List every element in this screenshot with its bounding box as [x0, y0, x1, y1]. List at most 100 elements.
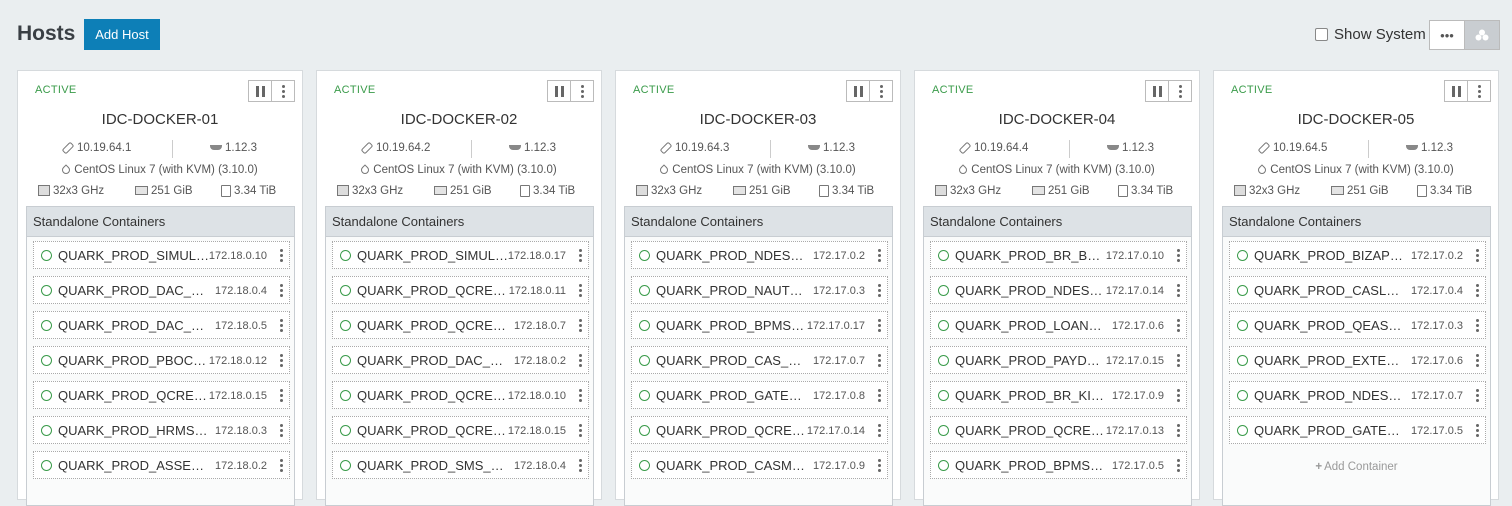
host-name[interactable]: IDC-DOCKER-02 [317, 111, 601, 128]
container-menu-button[interactable] [579, 459, 582, 472]
container-row[interactable]: QUARK_PROD_NDES_10... 172.17.0.2 [631, 241, 888, 269]
container-name[interactable]: QUARK_PROD_EXTERNA... [1254, 353, 1406, 368]
container-name[interactable]: QUARK_PROD_NDES_10... [1254, 388, 1406, 403]
container-menu-button[interactable] [878, 249, 881, 262]
container-row[interactable]: QUARK_PROD_GATEWA... 172.17.0.5 [1229, 416, 1486, 444]
container-name[interactable]: QUARK_PROD_GATEWA... [656, 388, 808, 403]
container-name[interactable]: QUARK_PROD_DAC_TSP... [58, 318, 210, 333]
container-name[interactable]: QUARK_PROD_QCREDI... [656, 423, 808, 438]
container-menu-button[interactable] [1177, 424, 1180, 437]
container-row[interactable]: QUARK_PROD_BR_KIE_S... 172.17.0.9 [930, 381, 1187, 409]
container-row[interactable]: QUARK_PROD_SIMULA... 172.18.0.10 [33, 241, 290, 269]
pause-host-button[interactable] [846, 80, 870, 102]
container-name[interactable]: QUARK_PROD_PBOC_S... [58, 353, 210, 368]
container-row[interactable]: QUARK_PROD_QCREDI... 172.18.0.11 [332, 276, 589, 304]
container-name[interactable]: QUARK_PROD_CASLDAP... [1254, 283, 1406, 298]
container-row[interactable]: QUARK_PROD_QCREDI... 172.18.0.15 [332, 416, 589, 444]
container-menu-button[interactable] [1177, 389, 1180, 402]
show-system-toggle[interactable]: Show System [1315, 26, 1426, 43]
container-row[interactable]: QUARK_PROD_NAUTH_... 172.17.0.3 [631, 276, 888, 304]
container-name[interactable]: QUARK_PROD_CASMGR... [656, 458, 808, 473]
container-row[interactable]: QUARK_PROD_SIMULA... 172.18.0.17 [332, 241, 589, 269]
container-menu-button[interactable] [878, 459, 881, 472]
container-menu-button[interactable] [280, 424, 283, 437]
container-menu-button[interactable] [878, 319, 881, 332]
container-row[interactable]: QUARK_PROD_BR_BRM... 172.17.0.10 [930, 241, 1187, 269]
container-row[interactable]: QUARK_PROD_QEASYLO... 172.17.0.3 [1229, 311, 1486, 339]
container-menu-button[interactable] [579, 319, 582, 332]
container-row[interactable]: QUARK_PROD_NDES_10... 172.17.0.7 [1229, 381, 1486, 409]
container-menu-button[interactable] [280, 459, 283, 472]
container-menu-button[interactable] [1476, 354, 1479, 367]
container-name[interactable]: QUARK_PROD_SIMULA... [357, 248, 509, 263]
container-row[interactable]: QUARK_PROD_QCREDI... 172.18.0.15 [33, 381, 290, 409]
container-name[interactable]: QUARK_PROD_GATEWA... [1254, 423, 1406, 438]
host-name[interactable]: IDC-DOCKER-04 [915, 111, 1199, 128]
host-menu-button[interactable] [272, 80, 295, 102]
container-row[interactable]: QUARK_PROD_SMS_101... 172.18.0.4 [332, 451, 589, 479]
container-name[interactable]: QUARK_PROD_QCREDI... [955, 423, 1107, 438]
container-row[interactable]: QUARK_PROD_BPMS_... 172.17.0.17 [631, 311, 888, 339]
container-row[interactable]: QUARK_PROD_QCREDI... 172.17.0.14 [631, 416, 888, 444]
container-name[interactable]: QUARK_PROD_BR_BRM... [955, 248, 1107, 263]
container-name[interactable]: QUARK_PROD_ASSETSB... [58, 458, 210, 473]
host-name[interactable]: IDC-DOCKER-01 [18, 111, 302, 128]
container-name[interactable]: QUARK_PROD_QEASYLO... [1254, 318, 1406, 333]
container-row[interactable]: QUARK_PROD_QCREDI... 172.17.0.13 [930, 416, 1187, 444]
container-row[interactable]: QUARK_PROD_GATEWA... 172.17.0.8 [631, 381, 888, 409]
list-view-button[interactable]: ••• [1430, 21, 1464, 49]
container-menu-button[interactable] [1177, 249, 1180, 262]
container-row[interactable]: QUARK_PROD_NDESUI... 172.17.0.14 [930, 276, 1187, 304]
container-menu-button[interactable] [579, 389, 582, 402]
container-menu-button[interactable] [1476, 249, 1479, 262]
container-name[interactable]: QUARK_PROD_QCREDI... [58, 388, 210, 403]
pause-host-button[interactable] [1145, 80, 1169, 102]
add-host-button[interactable]: Add Host [84, 19, 160, 50]
container-menu-button[interactable] [1177, 319, 1180, 332]
pause-host-button[interactable] [248, 80, 272, 102]
container-row[interactable]: QUARK_PROD_PBOC_S... 172.18.0.12 [33, 346, 290, 374]
pause-host-button[interactable] [1444, 80, 1468, 102]
container-name[interactable]: QUARK_PROD_NAUTH_... [656, 283, 808, 298]
container-row[interactable]: QUARK_PROD_EXTERNA... 172.17.0.6 [1229, 346, 1486, 374]
container-row[interactable]: QUARK_PROD_BPMS_AP... 172.17.0.5 [930, 451, 1187, 479]
container-row[interactable]: QUARK_PROD_HRMS_10... 172.18.0.3 [33, 416, 290, 444]
container-menu-button[interactable] [579, 284, 582, 297]
container-menu-button[interactable] [878, 424, 881, 437]
container-menu-button[interactable] [1476, 424, 1479, 437]
container-name[interactable]: QUARK_PROD_NDESUI... [955, 283, 1107, 298]
container-menu-button[interactable] [280, 249, 283, 262]
host-name[interactable]: IDC-DOCKER-05 [1214, 111, 1498, 128]
container-menu-button[interactable] [878, 284, 881, 297]
host-menu-button[interactable] [870, 80, 893, 102]
container-row[interactable]: QUARK_PROD_DAC_TSP... 172.18.0.2 [332, 346, 589, 374]
host-name[interactable]: IDC-DOCKER-03 [616, 111, 900, 128]
container-menu-button[interactable] [1476, 389, 1479, 402]
host-menu-button[interactable] [1468, 80, 1491, 102]
container-row[interactable]: QUARK_PROD_CASLDAP... 172.17.0.4 [1229, 276, 1486, 304]
host-menu-button[interactable] [1169, 80, 1192, 102]
container-name[interactable]: QUARK_PROD_CAS_101... [656, 353, 808, 368]
container-menu-button[interactable] [280, 354, 283, 367]
container-name[interactable]: QUARK_PROD_BPMS_AP... [955, 458, 1107, 473]
container-name[interactable]: QUARK_PROD_DAC_TSP... [357, 353, 509, 368]
container-row[interactable]: QUARK_PROD_CASMGR... 172.17.0.9 [631, 451, 888, 479]
container-name[interactable]: QUARK_PROD_NDES_10... [656, 248, 808, 263]
container-row[interactable]: QUARK_PROD_DAC_TSP... 172.18.0.5 [33, 311, 290, 339]
pause-host-button[interactable] [547, 80, 571, 102]
container-name[interactable]: QUARK_PROD_QCREDIT... [357, 318, 509, 333]
container-row[interactable]: QUARK_PROD_DAC_TSP... 172.18.0.4 [33, 276, 290, 304]
container-menu-button[interactable] [878, 354, 881, 367]
container-row[interactable]: QUARK_PROD_PAYDAY... 172.17.0.15 [930, 346, 1187, 374]
container-name[interactable]: QUARK_PROD_QCREDI... [357, 283, 509, 298]
container-menu-button[interactable] [1177, 459, 1180, 472]
container-menu-button[interactable] [1476, 319, 1479, 332]
container-row[interactable]: QUARK_PROD_QCREDIT... 172.18.0.7 [332, 311, 589, 339]
container-menu-button[interactable] [280, 284, 283, 297]
container-menu-button[interactable] [579, 424, 582, 437]
container-menu-button[interactable] [1476, 284, 1479, 297]
container-menu-button[interactable] [280, 319, 283, 332]
container-menu-button[interactable] [579, 354, 582, 367]
container-name[interactable]: QUARK_PROD_HRMS_10... [58, 423, 210, 438]
container-menu-button[interactable] [579, 249, 582, 262]
